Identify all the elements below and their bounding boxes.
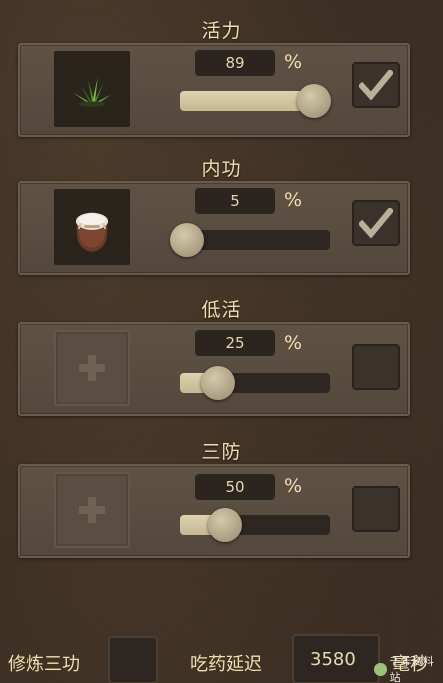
inner-power-value-field[interactable]: 5 [195,188,275,214]
watermark-text: 千年资料站 [389,655,434,683]
vitality-panel: 89 % [18,43,410,137]
section-title-three-defense: 三防 [201,441,242,463]
inner-power-percent-sign: % [284,189,303,211]
three-defense-item-slot[interactable] [54,472,130,548]
inner-power-slider-knob[interactable] [170,223,204,257]
section-title-vitality: 活力 [201,20,242,42]
vitality-value-field[interactable]: 89 [195,50,275,76]
low-vitality-value-field[interactable]: 25 [195,330,275,356]
grass-herb-icon [73,77,111,107]
vitality-checkbox[interactable] [352,62,400,108]
vitality-slider[interactable] [180,84,331,118]
low-vitality-slider-knob[interactable] [201,366,235,400]
vitality-item-slot[interactable] [54,51,130,127]
train-three-skills-label: 修炼三功 [8,654,80,675]
three-defense-value-field[interactable]: 50 [195,474,275,500]
train-three-skills-checkbox[interactable] [108,636,158,683]
inner-power-slider[interactable] [170,223,330,257]
vitality-slider-fill [180,91,314,111]
three-defense-panel: 50 % [18,464,410,558]
wechat-logo-icon [374,662,387,676]
low-vitality-panel: 25 % [18,322,410,416]
section-title-low-vitality: 低活 [201,299,242,321]
three-defense-slider[interactable] [180,508,330,542]
inner-power-panel: 5 % [18,181,410,275]
section-title-inner-power: 内功 [201,158,242,180]
potion-delay-label: 吃药延迟 [190,654,262,675]
vitality-slider-knob[interactable] [297,84,331,118]
inner-power-checkbox[interactable] [352,200,400,246]
checkmark-icon [359,208,393,238]
three-defense-slider-knob[interactable] [208,508,242,542]
low-vitality-item-slot[interactable] [54,330,130,406]
low-vitality-slider[interactable] [180,366,330,400]
three-defense-percent-sign: % [284,475,303,497]
potion-jar-icon [75,212,109,252]
potion-delay-input[interactable]: 3580 [292,634,380,683]
inner-power-item-slot[interactable] [54,189,130,265]
add-icon [79,355,105,381]
vitality-percent-sign: % [284,51,303,73]
low-vitality-percent-sign: % [284,332,303,354]
checkmark-icon [359,70,393,100]
add-icon [79,497,105,523]
watermark: 千年资料站 [374,653,443,683]
low-vitality-checkbox[interactable] [352,344,400,390]
three-defense-checkbox[interactable] [352,486,400,532]
